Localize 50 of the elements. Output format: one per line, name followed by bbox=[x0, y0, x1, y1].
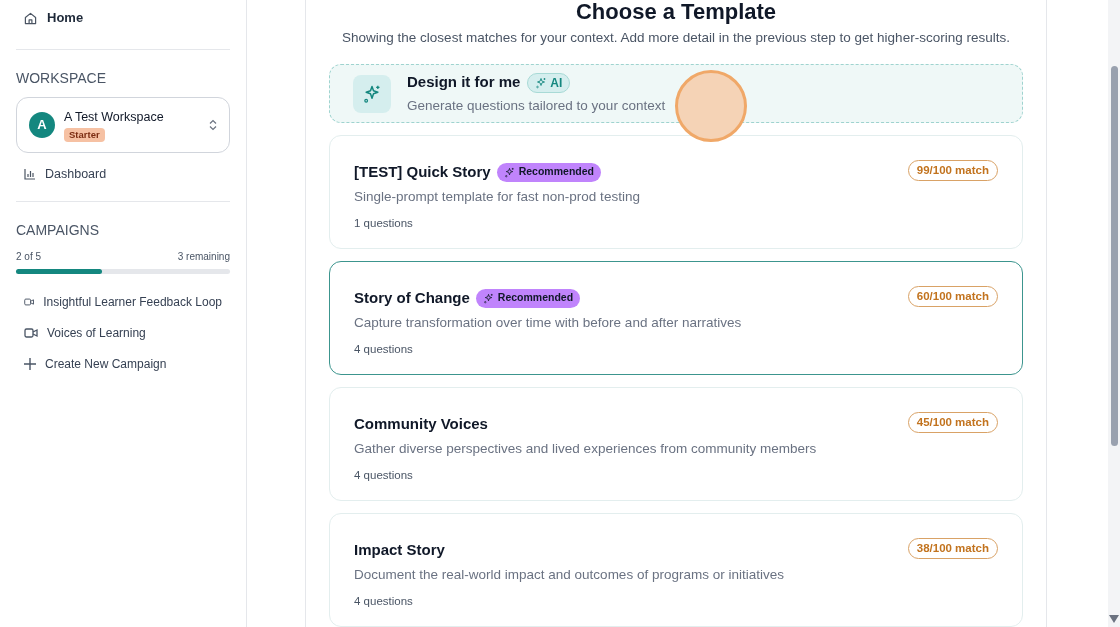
campaign-link[interactable]: Insightful Learner Feedback Loop bbox=[16, 286, 230, 317]
scrollbar[interactable] bbox=[1108, 0, 1120, 627]
card-title: Design it for me bbox=[407, 72, 521, 93]
sparkle-icon bbox=[353, 74, 391, 113]
template-card[interactable]: Community Voices Gather diverse perspectives and lived experiences from community members 4 questions 45/100 match bbox=[329, 387, 1023, 501]
card-description: Generate questions tailored to your context bbox=[407, 96, 666, 115]
usage-count: 2 of 5 bbox=[16, 250, 42, 264]
template-card[interactable]: [TEST] Quick Story Recommended Single-prompt template for fast non-prod testing 1 questions 99/100 match bbox=[329, 135, 1023, 249]
sparkle-icon bbox=[503, 166, 515, 178]
template-title: [TEST] Quick Story bbox=[354, 162, 491, 182]
plan-badge: Starter bbox=[64, 127, 105, 142]
scrollbar-thumb[interactable] bbox=[1111, 66, 1118, 446]
template-title: Impact Story bbox=[354, 540, 445, 560]
video-camera-icon bbox=[24, 295, 35, 308]
template-description: Capture transformation over time with before and after narratives bbox=[354, 313, 743, 332]
template-title: Story of Change bbox=[354, 288, 470, 308]
sparkle-icon bbox=[535, 76, 548, 89]
page-title: Choose a Template bbox=[574, 0, 778, 24]
scroll-down-icon[interactable] bbox=[1109, 615, 1119, 623]
workspace-name: A Test Workspace bbox=[64, 109, 164, 126]
section-heading: CAMPAIGNS bbox=[16, 221, 100, 240]
template-title: Community Voices bbox=[354, 414, 488, 434]
template-description: Gather diverse perspectives and lived experiences from community members bbox=[354, 439, 818, 458]
video-camera-icon bbox=[24, 326, 38, 339]
question-count: 4 questions bbox=[354, 467, 414, 483]
question-count: 4 questions bbox=[354, 593, 414, 609]
ai-badge: AI bbox=[527, 72, 571, 93]
page-subtitle: Showing the closest matches for your context. Add more detail in the previous step to get higher-scoring results. bbox=[341, 29, 1011, 47]
question-count: 4 questions bbox=[354, 341, 414, 357]
question-count: 1 questions bbox=[354, 215, 414, 231]
workspace-switcher[interactable]: A A Test Workspace Starter bbox=[16, 97, 230, 153]
chevron-up-down-icon bbox=[209, 119, 217, 131]
recommended-badge: Recommended bbox=[475, 288, 581, 308]
home-icon bbox=[24, 11, 37, 25]
dashboard-link[interactable]: Dashboard bbox=[16, 159, 230, 189]
usage-remaining: 3 remaining bbox=[177, 250, 230, 264]
create-campaign-link[interactable]: Create New Campaign bbox=[16, 348, 230, 379]
plus-icon bbox=[24, 357, 36, 370]
template-card[interactable]: Impact Story Document the real-world impact and outcomes of programs or initiatives 4 questions 38/100 match bbox=[329, 513, 1023, 627]
bar-chart-icon bbox=[24, 168, 36, 180]
design-card[interactable]: Design it for me AI Generate questions tailored to your context bbox=[329, 64, 1023, 123]
recommended-badge: Recommended bbox=[496, 162, 601, 182]
template-description: Document the real-world impact and outcomes of programs or initiatives bbox=[354, 565, 785, 584]
workspace-avatar: A bbox=[29, 112, 55, 138]
campaign-link[interactable]: Voices of Learning bbox=[16, 317, 230, 348]
sparkle-icon bbox=[482, 292, 494, 304]
home-link[interactable]: Home bbox=[16, 0, 230, 36]
template-card[interactable]: Story of Change Recommended Capture transformation over time with before and after narratives 4 questions 60/100 match bbox=[329, 261, 1023, 375]
section-heading: WORKSPACE bbox=[16, 69, 107, 88]
template-description: Single-prompt template for fast non-prod testing bbox=[354, 187, 641, 206]
